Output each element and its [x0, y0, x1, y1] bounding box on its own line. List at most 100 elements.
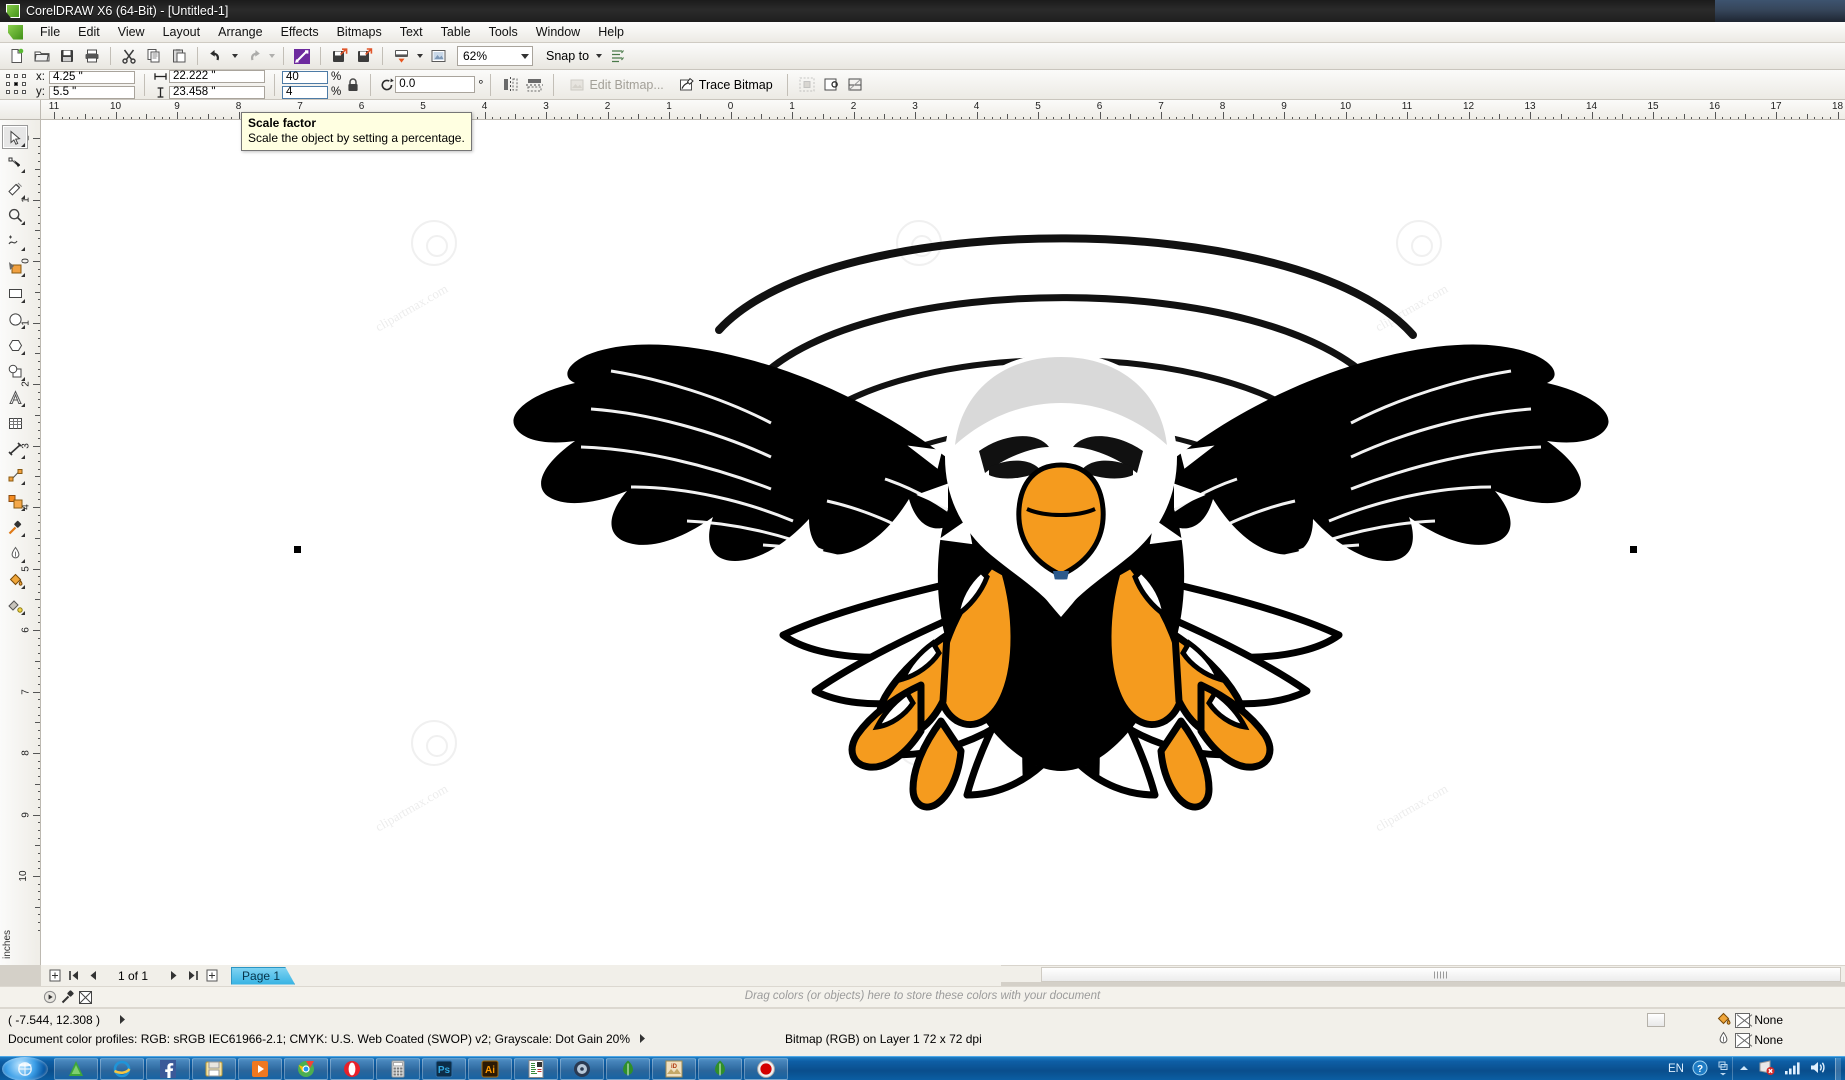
position-y-input[interactable]: 5.5 " — [49, 86, 135, 99]
ellipse-tool[interactable] — [2, 307, 28, 331]
height-input[interactable]: 23.458 " — [169, 86, 265, 99]
color-proof-chip[interactable] — [1647, 1013, 1665, 1027]
lock-ratio-icon[interactable] — [343, 74, 363, 96]
taskbar-item-chrome[interactable] — [284, 1058, 328, 1080]
add-page-icon[interactable] — [204, 968, 219, 984]
redo-arrow-icon[interactable] — [241, 45, 265, 68]
menu-file[interactable]: File — [31, 23, 69, 41]
taskbar-item-corel-leaf[interactable] — [606, 1058, 650, 1080]
color-dock[interactable]: Drag colors (or objects) here to store t… — [0, 986, 1845, 1008]
tray-language-label[interactable]: EN — [1668, 1063, 1684, 1075]
eyedropper-icon[interactable] — [2, 515, 28, 539]
connector-line-icon[interactable] — [2, 463, 28, 487]
paint-bucket-icon[interactable] — [2, 567, 28, 591]
tray-expand-icon[interactable] — [1738, 1062, 1750, 1077]
bald-eagle-artwork[interactable] — [471, 165, 1651, 815]
profiles-expand-arrow-icon[interactable] — [638, 1033, 647, 1047]
taskbar-item-explorer[interactable] — [192, 1058, 236, 1080]
taskbar-item-opera[interactable] — [330, 1058, 374, 1080]
snap-dropdown-icon[interactable] — [593, 45, 604, 68]
ruler-corner[interactable] — [0, 100, 41, 120]
menu-bitmaps[interactable]: Bitmaps — [328, 23, 391, 41]
taskbar-item-calculator[interactable] — [376, 1058, 420, 1080]
menu-tools[interactable]: Tools — [480, 23, 527, 41]
pick-tool[interactable] — [2, 125, 28, 149]
options-icon[interactable] — [605, 45, 629, 68]
folder-icon[interactable] — [30, 45, 54, 68]
launcher-icon[interactable] — [290, 45, 314, 68]
transparency-icon[interactable] — [843, 73, 867, 96]
smart-fill-tool[interactable] — [2, 255, 28, 279]
undo-dropdown-icon[interactable] — [229, 45, 240, 68]
rectangle-tool[interactable] — [2, 281, 28, 305]
menu-layout[interactable]: Layout — [154, 23, 210, 41]
import-icon[interactable] — [327, 45, 351, 68]
edit-bitmap-button[interactable]: Edit Bitmap... — [561, 73, 670, 97]
scale-x-input[interactable]: 40 — [282, 71, 328, 84]
trace-bitmap-button[interactable]: Trace Bitmap — [671, 73, 780, 97]
help-circle-icon[interactable]: ? — [1692, 1060, 1708, 1079]
menu-arrange[interactable]: Arrange — [209, 23, 271, 41]
snap-to-label[interactable]: Snap to — [546, 49, 589, 63]
document-menu-icon[interactable] — [8, 25, 23, 40]
show-desktop-icon[interactable] — [1835, 1058, 1841, 1080]
scissors-icon[interactable] — [117, 45, 141, 68]
basic-shapes-tool[interactable] — [2, 359, 28, 383]
speaker-icon[interactable] — [1809, 1060, 1827, 1078]
menu-view[interactable]: View — [109, 23, 154, 41]
dimension-line-icon[interactable] — [2, 437, 28, 461]
menu-edit[interactable]: Edit — [69, 23, 109, 41]
menu-effects[interactable]: Effects — [272, 23, 328, 41]
zoom-level-select[interactable]: 62% — [457, 46, 533, 66]
new-page-icon[interactable] — [5, 45, 29, 68]
window-controls[interactable] — [1715, 0, 1845, 22]
signal-bars-icon[interactable] — [1784, 1061, 1801, 1078]
network-error-icon[interactable] — [1758, 1060, 1776, 1079]
taskbar-item-imaging[interactable]: iD — [652, 1058, 696, 1080]
taskbar-item-media-player[interactable] — [238, 1058, 282, 1080]
freehand-tool[interactable] — [2, 229, 28, 253]
taskbar-item-facebook[interactable] — [146, 1058, 190, 1080]
printer-icon[interactable] — [80, 45, 104, 68]
copy-icon[interactable] — [142, 45, 166, 68]
taskbar-item-photoshop[interactable]: Ps — [422, 1058, 466, 1080]
mirror-vertical-icon[interactable] — [522, 73, 546, 96]
polygon-tool[interactable] — [2, 333, 28, 357]
drawing-canvas[interactable]: clipartmax.com clipartmax.com clipartmax… — [41, 120, 1845, 965]
next-page-icon[interactable] — [166, 968, 181, 984]
crop-bitmap-icon[interactable] — [819, 73, 843, 96]
windows-start-icon[interactable] — [2, 1057, 48, 1080]
show-hidden-icons-icon[interactable] — [1716, 1060, 1730, 1079]
taskbar-item-internet-explorer[interactable] — [100, 1058, 144, 1080]
fill-status[interactable]: None — [1716, 1011, 1783, 1029]
page-tab-page-1[interactable]: Page 1 — [231, 967, 295, 985]
blend-shapes-icon[interactable] — [2, 489, 28, 513]
taskbar-item-corel-leaf-2[interactable] — [698, 1058, 742, 1080]
table-grid-icon[interactable] — [2, 411, 28, 435]
crop-tool[interactable] — [2, 177, 28, 201]
menu-text[interactable]: Text — [391, 23, 432, 41]
menu-help[interactable]: Help — [589, 23, 633, 41]
add-page-icon[interactable] — [47, 968, 62, 984]
export-icon[interactable] — [352, 45, 376, 68]
menu-table[interactable]: Table — [432, 23, 480, 41]
first-page-icon[interactable] — [66, 968, 81, 984]
redo-dropdown-icon[interactable] — [266, 45, 277, 68]
scale-y-input[interactable]: 4 — [282, 86, 328, 99]
taskbar-item-illustrator[interactable]: Ai — [468, 1058, 512, 1080]
previous-page-icon[interactable] — [85, 968, 100, 984]
undo-arrow-icon[interactable] — [204, 45, 228, 68]
width-input[interactable]: 22.222 " — [169, 70, 265, 83]
floppy-disk-icon[interactable] — [55, 45, 79, 68]
taskbar-item-recorder[interactable] — [744, 1058, 788, 1080]
interactive-fill-icon[interactable] — [2, 593, 28, 617]
menu-window[interactable]: Window — [527, 23, 589, 41]
taskbar-item-coreldraw-green[interactable] — [54, 1058, 98, 1080]
selection-handle-left[interactable] — [294, 546, 301, 553]
letter-a-icon[interactable] — [2, 385, 28, 409]
mirror-horizontal-icon[interactable] — [498, 73, 522, 96]
clipboard-paste-icon[interactable] — [167, 45, 191, 68]
last-page-icon[interactable] — [185, 968, 200, 984]
taskbar-item-document[interactable] — [514, 1058, 558, 1080]
shape-tool[interactable] — [2, 151, 28, 175]
